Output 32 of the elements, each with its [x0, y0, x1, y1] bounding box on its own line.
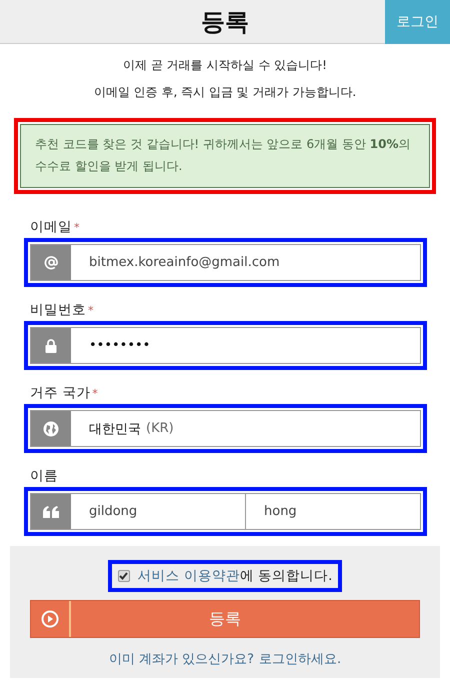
last-name-input[interactable]: hong: [245, 494, 420, 529]
input-value: bitmex.koreainfo@gmail.com: [88, 254, 281, 272]
at-icon: [44, 255, 58, 270]
email-field[interactable]: bitmex.koreainfo@gmail.com: [30, 244, 421, 281]
field-label: 거주 국가*: [29, 384, 99, 403]
terms-text: 서비스 이용약관에 동의합니다.: [138, 567, 332, 585]
country-name: 대한민국: [89, 420, 141, 438]
login-prompt: 이미 계좌가 있으신가요?: [108, 651, 254, 668]
required-mark: *: [74, 221, 80, 234]
intro-text: 이메일 인증 후, 즉시 입금 및 거래가 가능합니다.: [92, 84, 358, 101]
terms-link[interactable]: 서비스 이용약관: [138, 568, 240, 584]
referral-notice: 추천 코드를 찾은 것 같습니다! 귀하께서는 앞으로 6개월 동안 10%의 수수료 할인을 받게 됩니다.: [20, 124, 430, 188]
lock-icon: [45, 338, 57, 352]
password-field[interactable]: ••••••••: [30, 327, 421, 364]
intro-text: 이제 곧 거래를 시작하실 수 있습니다!: [122, 57, 328, 74]
terms-checkbox[interactable]: [118, 570, 130, 582]
globe-icon: [43, 420, 59, 436]
country-field[interactable]: 대한민국 (KR): [30, 410, 421, 447]
page-title: 등록: [201, 6, 249, 38]
field-label: 비밀번호*: [29, 301, 94, 320]
check-icon: [119, 572, 128, 580]
country-code: (KR): [146, 421, 174, 436]
first-name-input[interactable]: gildong: [71, 494, 245, 529]
required-mark: *: [92, 387, 98, 400]
name-field[interactable]: gildong hong: [30, 493, 421, 530]
quote-icon: [43, 506, 59, 518]
login-link[interactable]: 로그인하세요.: [259, 650, 342, 668]
input-value: ••••••••: [88, 337, 152, 355]
play-icon: [41, 610, 59, 628]
required-mark: *: [88, 304, 94, 317]
field-label: 이름: [29, 467, 59, 486]
field-label: 이메일*: [29, 218, 80, 237]
